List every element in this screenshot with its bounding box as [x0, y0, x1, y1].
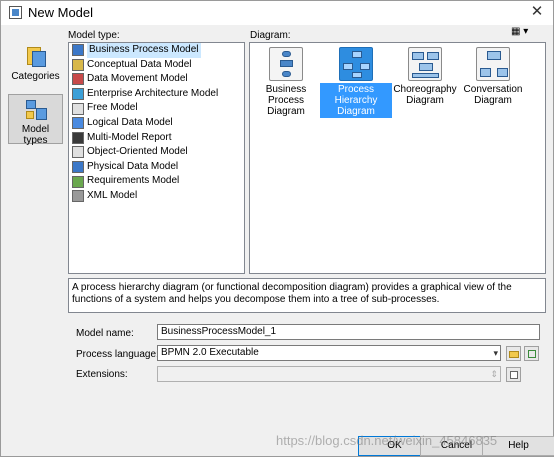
- model-types-label: Model types: [21, 124, 50, 146]
- list-item[interactable]: Free Model: [69, 101, 244, 116]
- free-model-icon: [72, 102, 84, 115]
- title-bar: New Model ✕: [1, 1, 553, 25]
- choreography-diagram-icon: [408, 47, 442, 81]
- conceptual-data-model-icon: [72, 58, 84, 71]
- list-item[interactable]: Conceptual Data Model: [69, 58, 244, 73]
- business-process-model-icon: [72, 44, 84, 57]
- requirements-model-icon: [72, 175, 84, 188]
- categories-button[interactable]: Categories: [8, 42, 63, 92]
- list-item-label: Logical Data Model: [87, 116, 173, 128]
- list-item[interactable]: XML Model: [69, 189, 244, 204]
- close-icon[interactable]: ✕: [527, 3, 547, 21]
- app-icon: [9, 6, 22, 19]
- model-types-button[interactable]: Model types: [8, 94, 63, 146]
- list-item-label: Business Process Model: [87, 43, 201, 58]
- diagram-caption: Choreography Diagram: [393, 84, 457, 106]
- diagram-item-process-hierarchy[interactable]: Process Hierarchy Diagram: [320, 47, 392, 118]
- list-item[interactable]: Multi-Model Report: [69, 131, 244, 146]
- import-icon[interactable]: [524, 346, 539, 361]
- diagram-item-business-process[interactable]: Business Process Diagram: [250, 47, 322, 118]
- list-item-label: XML Model: [87, 189, 138, 201]
- list-item[interactable]: Object-Oriented Model: [69, 145, 244, 160]
- business-process-diagram-icon: [269, 47, 303, 81]
- list-item-label: Enterprise Architecture Model: [87, 87, 219, 99]
- list-item-label: Physical Data Model: [87, 160, 179, 172]
- list-item-label: Free Model: [87, 102, 138, 114]
- process-language-label: Process language:: [76, 349, 159, 360]
- folder-icon[interactable]: [506, 346, 521, 361]
- diagram-description: A process hierarchy diagram (or function…: [68, 278, 546, 313]
- model-type-list[interactable]: Business Process Model Conceptual Data Mo…: [68, 42, 245, 274]
- conversation-diagram-icon: [476, 47, 510, 81]
- extensions-label: Extensions:: [76, 369, 128, 380]
- physical-data-model-icon: [72, 161, 84, 174]
- list-item[interactable]: Logical Data Model: [69, 116, 244, 131]
- list-item[interactable]: Requirements Model: [69, 174, 244, 189]
- list-item-label: Requirements Model: [87, 175, 180, 187]
- chevron-down-icon: ▾: [493, 348, 498, 358]
- list-item[interactable]: Business Process Model: [69, 43, 244, 58]
- model-type-label: Model type:: [68, 30, 120, 41]
- list-item-label: Conceptual Data Model: [87, 58, 192, 70]
- list-item-label: Object-Oriented Model: [87, 146, 188, 158]
- diagram-caption: Process Hierarchy Diagram: [320, 83, 392, 118]
- spinner-icon: ⇕: [490, 369, 498, 379]
- model-name-label: Model name:: [76, 328, 134, 339]
- list-item-label: Multi-Model Report: [87, 131, 172, 143]
- diagram-label: Diagram:: [250, 30, 291, 41]
- enterprise-architecture-model-icon: [72, 88, 84, 101]
- extensions-input[interactable]: ⇕: [157, 366, 501, 382]
- model-name-input[interactable]: BusinessProcessModel_1: [157, 324, 540, 340]
- window-title: New Model: [28, 5, 94, 20]
- multi-model-report-icon: [72, 131, 84, 144]
- process-language-select[interactable]: BPMN 2.0 Executable ▾: [157, 345, 501, 361]
- diagram-item-conversation[interactable]: Conversation Diagram: [457, 47, 529, 107]
- select-extensions-icon[interactable]: [506, 367, 521, 382]
- categories-label: Categories: [11, 71, 60, 82]
- object-oriented-model-icon: [72, 146, 84, 159]
- watermark: https://blog.csdn.net/weixin_45846835: [276, 433, 498, 448]
- diagram-item-choreography[interactable]: Choreography Diagram: [389, 47, 461, 107]
- process-language-value: BPMN 2.0 Executable: [161, 347, 259, 358]
- diagram-caption: Business Process Diagram: [265, 84, 307, 117]
- category-pane: Categories Model types: [7, 38, 64, 274]
- model-types-icon: [24, 98, 48, 122]
- model-name-value: BusinessProcessModel_1: [161, 326, 277, 337]
- list-item[interactable]: Data Movement Model: [69, 72, 244, 87]
- list-item[interactable]: Physical Data Model: [69, 160, 244, 175]
- list-item[interactable]: Enterprise Architecture Model: [69, 87, 244, 102]
- logical-data-model-icon: [72, 117, 84, 130]
- process-hierarchy-diagram-icon: [339, 47, 373, 81]
- xml-model-icon: [72, 190, 84, 203]
- diagram-caption: Conversation Diagram: [463, 84, 523, 106]
- diagram-pane: Business Process Diagram Process Hierarc…: [249, 42, 546, 274]
- data-movement-model-icon: [72, 73, 84, 86]
- categories-icon: [24, 45, 48, 69]
- view-options-icon[interactable]: ▦ ▾: [511, 26, 535, 40]
- list-item-label: Data Movement Model: [87, 73, 188, 85]
- new-model-dialog: New Model ✕ Categories Model types Model…: [0, 0, 554, 457]
